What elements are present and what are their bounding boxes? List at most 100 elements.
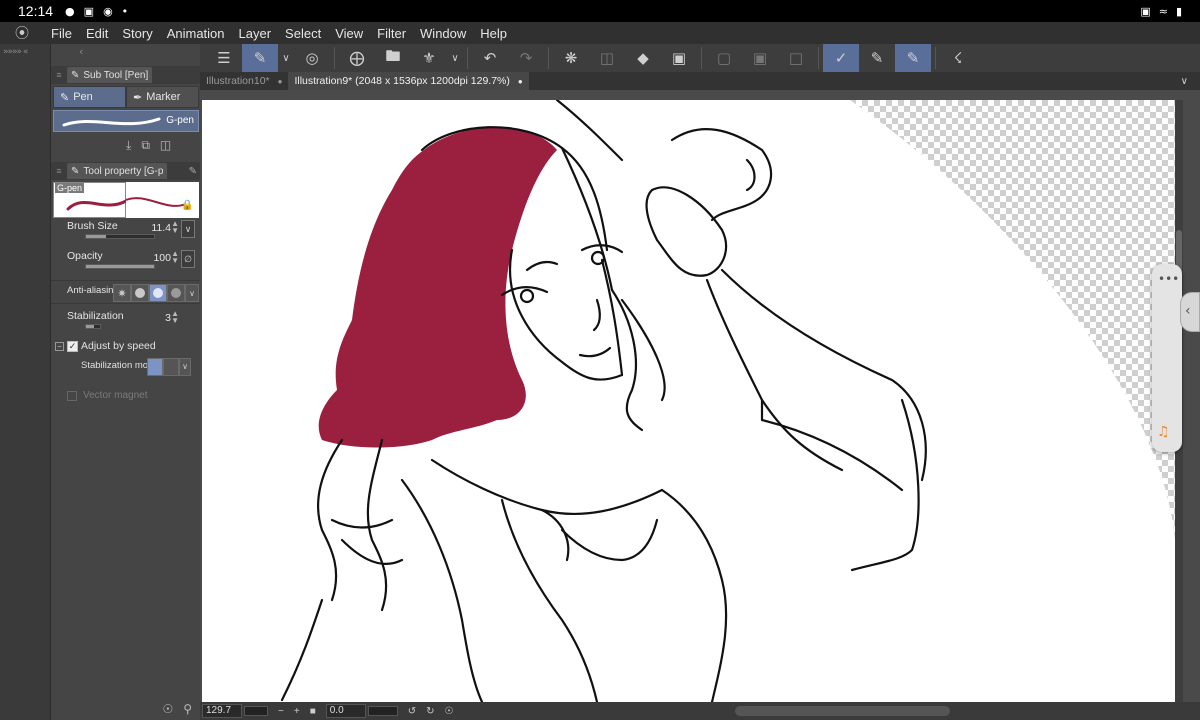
horizontal-scroll-thumb[interactable] xyxy=(735,706,950,716)
special-ruler-snap-icon[interactable]: ✎ xyxy=(895,44,931,72)
marker-group-tab[interactable]: ✒ Marker xyxy=(126,86,199,108)
opacity-dynamics-icon[interactable]: ∅ xyxy=(181,250,195,268)
brush-size-label: Brush Size xyxy=(67,220,118,232)
music-icon[interactable]: ♫ xyxy=(1157,424,1170,440)
help-icon[interactable]: ☇ xyxy=(940,44,976,72)
g-pen-subtool-item[interactable]: G-pen xyxy=(53,110,199,132)
wrench-icon[interactable]: ✎ xyxy=(189,166,197,177)
edit-tool-icon[interactable]: ✎ xyxy=(242,44,278,72)
adjust-by-speed-label: Adjust by speed xyxy=(81,340,156,352)
drawing-canvas[interactable] xyxy=(202,100,1175,702)
brush-size-spinner[interactable]: ▲ ▼ xyxy=(171,220,179,235)
zoom-field[interactable]: 129.7 xyxy=(202,704,242,718)
fit-view-icon[interactable]: ■ xyxy=(310,706,316,717)
sub-tool-tab[interactable]: ✎ Sub Tool [Pen] xyxy=(67,67,153,83)
tool-dropdown-icon[interactable]: ∨ xyxy=(278,44,294,72)
brush-size-dynamics-icon[interactable]: ∨ xyxy=(181,220,195,238)
hamburger-menu-icon[interactable]: ☰ xyxy=(206,44,242,72)
canvas-area[interactable] xyxy=(200,90,1200,704)
rotate-left-icon[interactable]: ↺ xyxy=(408,706,416,717)
open-folder-icon[interactable]: 🖿 xyxy=(375,44,411,72)
rotation-slider[interactable] xyxy=(367,706,398,716)
trash-icon[interactable]: ◫ xyxy=(160,138,171,153)
notification-icons: ● ▣ ◉ • xyxy=(65,5,128,18)
menu-edit[interactable]: Edit xyxy=(79,26,115,41)
aa-none-button[interactable]: ✷ xyxy=(113,284,131,302)
pen-group-tab[interactable]: ✎ Pen xyxy=(53,86,126,108)
stabilization-slider[interactable] xyxy=(85,324,101,329)
undo-icon[interactable]: ↶ xyxy=(472,44,508,72)
aa-medium-button[interactable] xyxy=(149,284,167,302)
rotate-right-icon[interactable]: ↻ xyxy=(426,706,434,717)
crop-icon[interactable]: ▣ xyxy=(661,44,697,72)
menu-animation[interactable]: Animation xyxy=(160,26,232,41)
pen-tool-icon: ✎ xyxy=(71,69,80,81)
brush-size-slider[interactable] xyxy=(85,234,155,239)
export-icon[interactable]: ⚜ xyxy=(411,44,447,72)
record-icon[interactable]: ◎ xyxy=(294,44,330,72)
brush-preview: G-pen xyxy=(53,182,128,218)
stabilization-spinner[interactable]: ▲ ▼ xyxy=(171,310,179,325)
frame-icon[interactable]: □ xyxy=(778,44,814,72)
aa-weak-button[interactable] xyxy=(131,284,149,302)
opacity-slider[interactable] xyxy=(85,264,155,269)
ruler-snap-icon[interactable]: ✓ xyxy=(823,44,859,72)
menu-story[interactable]: Story xyxy=(115,26,159,41)
lock-icon[interactable]: 🔒 xyxy=(181,200,193,211)
app-logo-icon[interactable]: ⦿ xyxy=(0,23,44,43)
grip-icon[interactable]: ≡ xyxy=(51,70,67,80)
rotation-field[interactable]: 0.0 xyxy=(325,704,366,718)
opacity-spinner[interactable]: ▲ ▼ xyxy=(171,250,179,265)
close-tab-icon[interactable]: ● xyxy=(518,77,523,86)
adjust-by-speed-checkbox[interactable]: ✓ xyxy=(67,340,78,352)
expand-panels-icon[interactable]: »»»» « xyxy=(3,47,28,57)
new-file-icon[interactable]: ⨁ xyxy=(339,44,375,72)
stab-mode-dropdown[interactable]: ∨ xyxy=(179,358,191,376)
vector-magnet-checkbox[interactable] xyxy=(67,390,77,401)
menu-view[interactable]: View xyxy=(328,26,370,41)
clear-selection-icon[interactable]: ▢ xyxy=(706,44,742,72)
brush-size-value[interactable]: 11.4 xyxy=(151,222,171,234)
edge-panel-handle[interactable]: ‹ xyxy=(1180,292,1200,332)
floating-side-panel[interactable]: ••• ♫ xyxy=(1152,264,1182,452)
reset-rotation-icon[interactable]: ☉ xyxy=(445,706,454,717)
collapse-panel-icon[interactable]: ‹ xyxy=(79,45,83,58)
pen-pressure-icon[interactable]: ☉ xyxy=(162,702,173,716)
zoom-slider[interactable] xyxy=(244,706,268,716)
tab-illustration9[interactable]: Illustration9* (2048 x 1536px 1200dpi 12… xyxy=(288,72,529,90)
tool-settings-icon[interactable]: ⚲ xyxy=(183,702,192,716)
tab-illustration10[interactable]: Illustration10* ● xyxy=(200,72,288,90)
loading-icon[interactable]: ❋ xyxy=(553,44,589,72)
chevron-down-icon[interactable]: ∨ xyxy=(1181,76,1188,87)
close-tab-icon[interactable]: ● xyxy=(278,77,283,86)
redo-icon[interactable]: ↷ xyxy=(508,44,544,72)
aa-strong-button[interactable] xyxy=(167,284,185,302)
transform-icon[interactable]: ◫ xyxy=(589,44,625,72)
tool-property-tab[interactable]: ✎ Tool property [G-p xyxy=(67,163,168,179)
menu-help[interactable]: Help xyxy=(473,26,514,41)
duplicate-icon[interactable]: ⧉ xyxy=(141,138,150,153)
fill-bucket-icon[interactable]: ◆ xyxy=(625,44,661,72)
stab-mode-b-button[interactable] xyxy=(163,358,179,376)
opacity-row: Opacity 100 ▲ ▼ ∅ xyxy=(51,250,201,278)
discord-icon: ◉ xyxy=(103,4,113,18)
wifi-icon: ≈ xyxy=(1158,4,1168,18)
download-icon[interactable]: ⤓ xyxy=(126,138,131,153)
anti-aliasing-options: ✷ ∨ xyxy=(113,284,199,302)
brush-snap-icon[interactable]: ✎ xyxy=(859,44,895,72)
opacity-value[interactable]: 100 xyxy=(153,252,171,264)
more-options-icon[interactable]: ••• xyxy=(1158,272,1179,286)
menu-layer[interactable]: Layer xyxy=(232,26,279,41)
menu-file[interactable]: File xyxy=(44,26,79,41)
zoom-out-icon[interactable]: − xyxy=(278,706,284,717)
aa-dropdown-button[interactable]: ∨ xyxy=(185,284,199,302)
grip-icon[interactable]: ≡ xyxy=(51,166,67,176)
stab-mode-a-button[interactable] xyxy=(147,358,163,376)
collapse-icon[interactable]: − xyxy=(55,341,64,351)
menu-select[interactable]: Select xyxy=(278,26,328,41)
selection-icon[interactable]: ▣ xyxy=(742,44,778,72)
menu-filter[interactable]: Filter xyxy=(370,26,413,41)
zoom-in-icon[interactable]: + xyxy=(294,706,300,717)
export-dropdown-icon[interactable]: ∨ xyxy=(447,44,463,72)
menu-window[interactable]: Window xyxy=(413,26,473,41)
